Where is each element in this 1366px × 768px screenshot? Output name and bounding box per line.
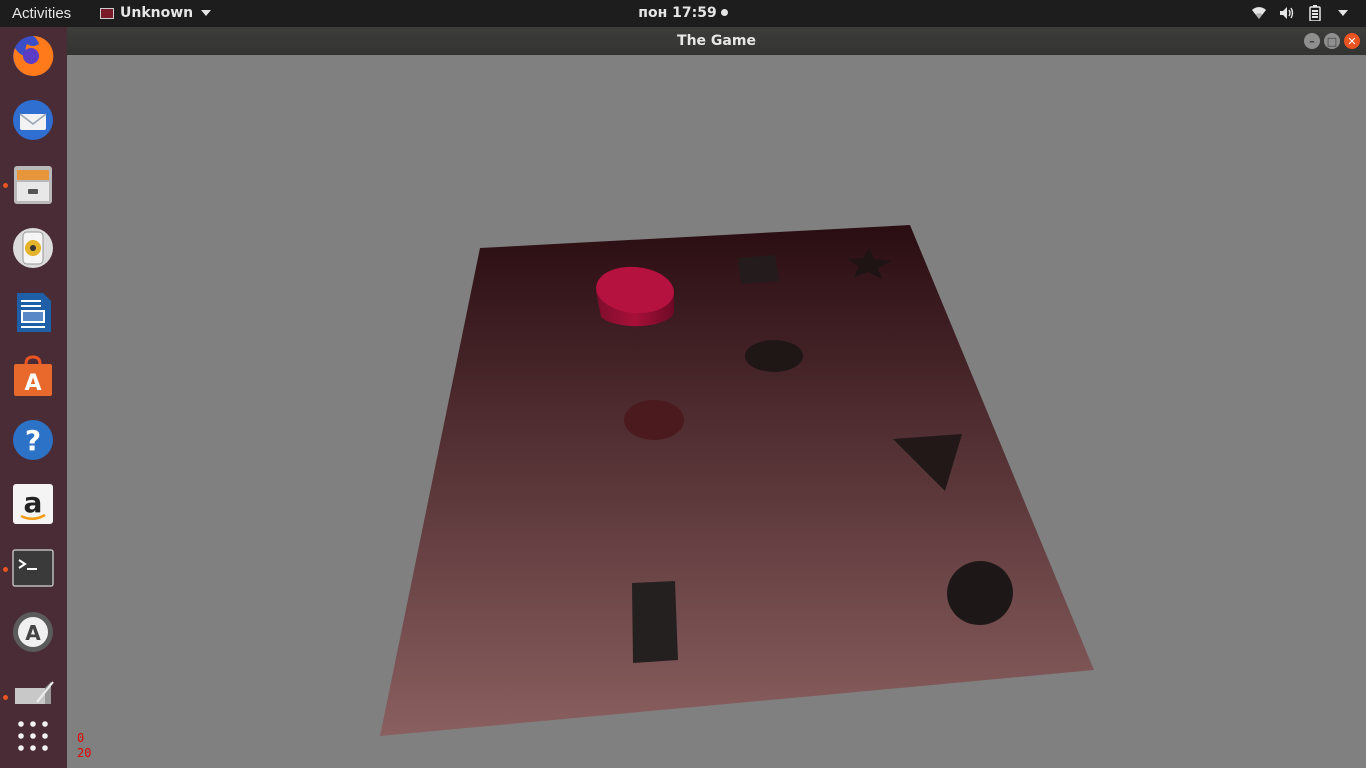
- hud-line-2: 20: [77, 746, 92, 760]
- show-applications-button[interactable]: [10, 713, 56, 759]
- ellipse-hole[interactable]: [745, 340, 803, 372]
- window-controls: – □ ✕: [1304, 33, 1360, 49]
- game-board: [380, 225, 1094, 736]
- hud-line-1: 0: [77, 731, 85, 745]
- window-title: The Game: [677, 33, 756, 49]
- svg-text:?: ?: [25, 424, 41, 457]
- ellipse-hole[interactable]: [624, 400, 684, 440]
- game-viewport[interactable]: 0 20: [67, 55, 1366, 768]
- clock-label: пон 17:59: [638, 5, 717, 21]
- close-button[interactable]: ✕: [1344, 33, 1360, 49]
- notification-dot-icon: [720, 9, 728, 16]
- running-indicator: [3, 695, 8, 700]
- files-icon[interactable]: [10, 161, 56, 207]
- svg-text:A: A: [25, 621, 41, 645]
- square-hole[interactable]: [738, 255, 779, 284]
- game-scene[interactable]: [67, 55, 1366, 768]
- rhythmbox-icon[interactable]: [10, 225, 56, 271]
- svg-text:A: A: [24, 371, 41, 396]
- terminal-icon[interactable]: [10, 545, 56, 591]
- dock: A ? a A: [0, 27, 67, 768]
- running-indicator: [3, 567, 8, 572]
- help-icon[interactable]: ?: [10, 417, 56, 463]
- ubuntu-software-icon[interactable]: A: [10, 353, 56, 399]
- battery-icon[interactable]: [1306, 4, 1324, 22]
- volume-icon[interactable]: [1278, 4, 1296, 22]
- software-updater-icon[interactable]: A: [10, 609, 56, 655]
- minimize-button[interactable]: –: [1304, 33, 1320, 49]
- wifi-icon[interactable]: [1250, 4, 1268, 22]
- running-indicator: [3, 183, 8, 188]
- clock[interactable]: пон 17:59: [0, 5, 1366, 21]
- libreoffice-writer-icon[interactable]: [10, 289, 56, 335]
- maximize-button[interactable]: □: [1324, 33, 1340, 49]
- svg-text:a: a: [24, 486, 43, 519]
- firefox-icon[interactable]: [10, 33, 56, 79]
- amazon-icon[interactable]: a: [10, 481, 56, 527]
- top-bar: Activities Unknown пон 17:59: [0, 0, 1366, 27]
- thunderbird-icon[interactable]: [10, 97, 56, 143]
- score-overlay: 0 20: [77, 731, 91, 761]
- system-menu-icon[interactable]: [1334, 4, 1352, 22]
- rectangle-hole[interactable]: [632, 581, 678, 663]
- window-titlebar[interactable]: The Game – □ ✕: [67, 27, 1366, 55]
- system-tray[interactable]: [1250, 4, 1352, 22]
